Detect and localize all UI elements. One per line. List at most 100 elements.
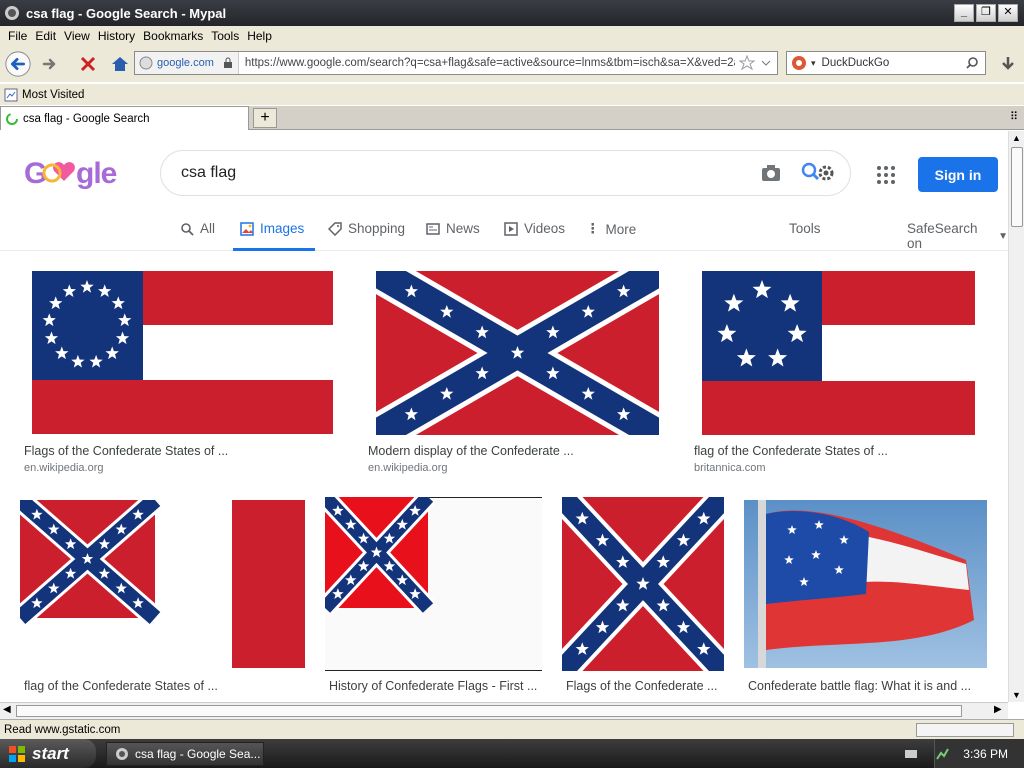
scroll-down-icon[interactable]: ▼ <box>1012 690 1021 700</box>
downloads-button[interactable] <box>994 51 1022 77</box>
stop-button[interactable] <box>74 51 102 77</box>
tab-all[interactable]: All <box>180 221 215 236</box>
menu-file[interactable]: File <box>8 29 27 43</box>
tab-list-icon[interactable]: ⠿ <box>1010 110 1018 123</box>
result-thumbnail-flag[interactable] <box>376 271 659 435</box>
search-engine-box[interactable]: ▾ DuckDuckGo <box>786 51 986 75</box>
newspaper-icon <box>426 222 440 235</box>
tag-icon <box>328 221 342 236</box>
close-window-button[interactable]: ✕ <box>998 4 1018 22</box>
search-engine-placeholder: DuckDuckGo <box>821 57 890 69</box>
scroll-thumb[interactable] <box>1011 147 1023 227</box>
menu-help[interactable]: Help <box>247 29 272 43</box>
mypal-taskbar-icon <box>116 747 128 760</box>
tab-strip: csa flag - Google Search + ⠿ <box>0 106 1024 130</box>
scroll-left-icon[interactable]: ◀ <box>3 704 11 715</box>
menu-edit[interactable]: Edit <box>35 29 56 43</box>
start-button[interactable]: start <box>0 739 96 768</box>
tab-news[interactable]: News <box>426 221 480 236</box>
tab-images-label: Images <box>260 221 305 236</box>
google-apps-icon[interactable] <box>876 165 896 185</box>
search-icon[interactable] <box>965 56 979 70</box>
vertical-scrollbar[interactable]: ▲ ▼ <box>1008 131 1024 702</box>
result-caption[interactable]: Flags of the Confederate ... <box>566 679 717 693</box>
result-caption[interactable]: flag of the Confederate States of ... <box>694 444 888 458</box>
window-titlebar: csa flag - Google Search - Mypal _ ❐ ✕ <box>0 0 1024 26</box>
search-icon <box>181 222 194 236</box>
result-domain[interactable]: en.wikipedia.org <box>368 462 448 474</box>
menu-bar: File Edit View History Bookmarks Tools H… <box>0 26 1024 46</box>
tab-active[interactable]: csa flag - Google Search <box>0 106 249 130</box>
more-vertical-icon: ⋮ <box>586 221 600 236</box>
url-dropdown-icon[interactable] <box>759 56 773 70</box>
hscroll-thumb[interactable] <box>16 705 962 717</box>
camera-icon[interactable] <box>760 163 782 183</box>
forward-arrow-icon <box>42 58 56 70</box>
windows-logo-icon <box>9 745 25 762</box>
page-content: G gle csa flag Sign in All Images Shoppi… <box>0 131 1008 702</box>
result-caption[interactable]: flag of the Confederate States of ... <box>24 679 218 693</box>
google-search-box[interactable]: csa flag <box>160 150 851 196</box>
back-button[interactable] <box>4 51 32 77</box>
result-thumbnail-flag[interactable] <box>20 271 345 438</box>
tab-news-label: News <box>446 221 480 236</box>
tab-videos[interactable]: Videos <box>504 221 565 236</box>
maximize-button[interactable]: ❐ <box>976 4 996 22</box>
keyboard-icon[interactable] <box>904 748 918 760</box>
minimize-button[interactable]: _ <box>954 4 974 22</box>
search-query[interactable]: csa flag <box>181 164 760 182</box>
result-thumbnail-flag[interactable] <box>702 271 975 435</box>
active-tab-indicator <box>233 248 315 251</box>
menu-history[interactable]: History <box>98 29 135 43</box>
forward-button[interactable] <box>36 51 64 77</box>
site-identity[interactable]: google.com <box>135 52 239 74</box>
result-caption[interactable]: Flags of the Confederate States of ... <box>24 444 228 458</box>
sign-in-button[interactable]: Sign in <box>918 157 998 192</box>
mypal-app-icon <box>5 6 19 20</box>
scroll-up-icon[interactable]: ▲ <box>1012 133 1021 143</box>
home-button[interactable] <box>106 51 134 77</box>
network-icon[interactable] <box>935 747 950 761</box>
tab-videos-label: Videos <box>524 221 566 236</box>
tab-more[interactable]: ⋮ More <box>586 221 636 237</box>
tab-title: csa flag - Google Search <box>23 112 150 125</box>
google-doodle-logo[interactable]: G gle <box>24 153 124 201</box>
most-visited-link[interactable]: Most Visited <box>22 89 84 101</box>
result-thumbnail-flag[interactable] <box>20 500 305 668</box>
bookmarks-toolbar: Most Visited <box>0 84 1024 105</box>
result-domain[interactable]: en.wikipedia.org <box>24 462 104 474</box>
safesearch-toggle[interactable]: SafeSearch on ▼ <box>907 221 1008 251</box>
search-settings-icon[interactable] <box>800 160 838 186</box>
result-thumbnail-flag[interactable] <box>325 497 542 671</box>
url-text[interactable]: https://www.google.com/search?q=csa+flag… <box>239 57 735 69</box>
image-icon <box>240 221 254 236</box>
tab-shopping[interactable]: Shopping <box>328 221 405 236</box>
horizontal-scrollbar[interactable]: ◀ ▶ <box>0 702 1008 719</box>
taskbar-window-title: csa flag - Google Sea... <box>135 746 261 761</box>
result-thumbnail-flag[interactable] <box>562 497 724 671</box>
safesearch-label: SafeSearch on <box>907 221 978 251</box>
system-tray: 3:36 PM <box>934 739 1024 768</box>
home-icon <box>112 57 128 71</box>
menu-view[interactable]: View <box>64 29 90 43</box>
taskbar-window-button[interactable]: csa flag - Google Sea... <box>106 741 264 766</box>
result-domain[interactable]: britannica.com <box>694 462 766 474</box>
scroll-right-icon[interactable]: ▶ <box>994 704 1002 715</box>
menu-bookmarks[interactable]: Bookmarks <box>143 29 203 43</box>
result-caption[interactable]: Confederate battle flag: What it is and … <box>748 679 971 693</box>
engine-dropdown-icon[interactable]: ▾ <box>811 58 816 69</box>
safesearch-dropdown-icon: ▼ <box>998 230 1008 242</box>
result-caption[interactable]: Modern display of the Confederate ... <box>368 444 574 458</box>
address-bar[interactable]: google.com https://www.google.com/search… <box>134 51 778 75</box>
new-tab-button[interactable]: + <box>253 108 277 128</box>
navigation-toolbar: google.com https://www.google.com/search… <box>0 46 1024 82</box>
tab-images[interactable]: Images <box>240 221 304 236</box>
menu-tools[interactable]: Tools <box>211 29 239 43</box>
result-thumbnail-photo[interactable] <box>744 500 987 668</box>
result-caption[interactable]: History of Confederate Flags - First ... <box>329 679 537 693</box>
bookmark-star-icon[interactable] <box>739 55 755 71</box>
duckduckgo-icon[interactable] <box>791 55 807 71</box>
os-taskbar: start csa flag - Google Sea... 3:36 PM <box>0 739 1024 768</box>
start-label: start <box>32 743 69 763</box>
tools-button[interactable]: Tools <box>789 221 821 236</box>
